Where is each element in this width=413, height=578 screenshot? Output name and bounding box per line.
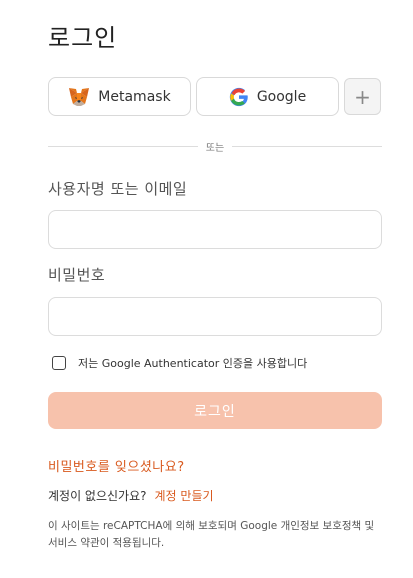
google-label: Google xyxy=(256,88,307,105)
plus-icon: + xyxy=(354,84,371,109)
metamask-fox-icon xyxy=(68,87,90,107)
google-login-button[interactable]: Google xyxy=(196,77,339,116)
metamask-login-button[interactable]: Metamask xyxy=(48,77,191,116)
password-input[interactable] xyxy=(48,297,382,336)
username-label: 사용자명 또는 이메일 xyxy=(48,180,188,198)
metamask-label: Metamask xyxy=(98,88,171,105)
page-title: 로그인 xyxy=(48,24,118,52)
no-account-text: 계정이 없으신가요? xyxy=(48,489,147,503)
authenticator-label[interactable]: 저는 Google Authenticator 인증을 사용합니다 xyxy=(78,355,307,371)
username-input[interactable] xyxy=(48,210,382,249)
google-logo-icon xyxy=(229,87,249,107)
divider-line-left xyxy=(48,145,198,147)
login-page: 로그인 Metamask Google + 또는 사용자명 또는 이메일 비밀번… xyxy=(0,0,413,578)
create-account-link[interactable]: 계정 만들기 xyxy=(155,487,214,504)
divider-text: 또는 xyxy=(205,142,225,154)
forgot-password-link[interactable]: 비밀번호를 잊으셨나요? xyxy=(48,456,185,475)
recaptcha-notice: 이 사이트는 reCAPTCHA에 의해 보호되며 Google 개인정보 보호… xyxy=(48,520,375,549)
login-button[interactable]: 로그인 xyxy=(48,392,382,429)
password-label: 비밀번호 xyxy=(48,266,106,284)
authenticator-checkbox[interactable] xyxy=(52,356,66,370)
divider-line-right xyxy=(232,145,382,147)
signup-row: 계정이 없으신가요? 계정 만들기 xyxy=(48,487,214,504)
authenticator-row: 저는 Google Authenticator 인증을 사용합니다 xyxy=(52,355,307,371)
more-options-button[interactable]: + xyxy=(344,78,381,115)
or-divider: 또는 xyxy=(48,138,382,154)
